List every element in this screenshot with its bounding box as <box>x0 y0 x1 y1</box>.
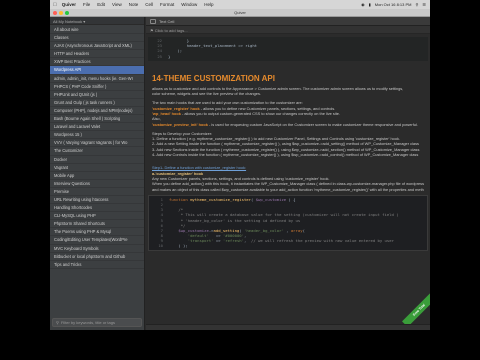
note-list-item[interactable]: PHPCS ( PHP Code Sniffer ) <box>50 83 144 91</box>
menu-item-note[interactable]: Note <box>129 2 139 7</box>
code-text: } <box>168 53 171 59</box>
filter-input[interactable]: ⚲ Filter by keywords, title or tags <box>52 318 142 327</box>
note-list-item[interactable]: Wordpress API <box>50 66 144 75</box>
hook-desc: - is used for enqueuing custom JavaScrip… <box>207 121 418 127</box>
tag-placeholder: Click to add tags... <box>154 28 188 33</box>
editor-pane: Text Cell ⚑ Click to add tags... 22 } 23 … <box>146 17 430 330</box>
menu-item-help[interactable]: Help <box>204 2 213 7</box>
note-list-item[interactable]: Bash (Bourne Again Shell ) Scripting <box>50 115 144 124</box>
cell-type-label[interactable]: Text Cell <box>159 19 174 24</box>
hook-desc: - allows you to output custom-generated … <box>180 110 341 116</box>
note-list-item[interactable]: Docker <box>50 156 144 164</box>
note-list-item[interactable]: MVC Keyboard Symbols <box>50 245 144 253</box>
note-list-item[interactable]: admin, admin_init, menu hooks (ie. Gen-W… <box>50 75 144 83</box>
note-list-item[interactable]: HTTP and Headers <box>50 50 144 59</box>
code-line: 25} <box>148 54 428 59</box>
menu-bar-status: ◉ ▮ Mon Oct 16 8:13 PM ⚲ ☰ <box>361 0 426 9</box>
menu-item-edit[interactable]: Edit <box>97 2 105 7</box>
hook-label: 'wp_head' hook <box>152 110 181 116</box>
section-heading: 14-THEME CUSTOMIZATION API <box>152 73 275 83</box>
menu-item-view[interactable]: View <box>112 2 122 7</box>
note-list-item[interactable]: URL Rewriting using htaccess <box>50 196 144 205</box>
note-list-item[interactable]: Wordpress 15 ) <box>50 131 144 140</box>
code-text: function mytheme_customize_register( $wp… <box>169 196 296 202</box>
search-icon[interactable]: ⚲ <box>415 2 418 7</box>
code-line: 10 ) ); <box>149 243 427 248</box>
note-list-item[interactable]: AJAX (Asynchronous JavaScript and XML) <box>50 42 144 51</box>
note-list-item[interactable]: Classes <box>50 34 144 43</box>
wifi-icon[interactable]: ◉ <box>361 2 365 7</box>
notebook-selector[interactable]: All My Notebook ▾ <box>50 17 144 25</box>
note-list-item[interactable]: Tips and Tricks <box>50 261 144 269</box>
cell-type-icon[interactable] <box>150 18 156 24</box>
note-content[interactable]: 22 } 23 header_text_placement => right 24 … <box>148 37 428 325</box>
note-list-item[interactable]: Coding/Editing User Templates(WordPre <box>50 236 144 245</box>
menu-list-icon[interactable]: ☰ <box>422 2 426 7</box>
note-list-item[interactable]: Grunt and Gulp ( js task runners ) <box>50 99 144 107</box>
step1-text-3: and makes an object of this class called… <box>152 186 424 192</box>
note-list-item[interactable]: XWP Best Practices <box>50 58 144 67</box>
text-cell[interactable]: 14-THEME CUSTOMIZATION API allows us to … <box>148 61 428 192</box>
app-window:  Quiver File Edit View Note Cell Format… <box>50 0 430 330</box>
note-list-item[interactable]: Handling Shortcodes <box>50 204 144 213</box>
note-list-item[interactable]: The Poems using PHP & Mysql <box>50 228 144 237</box>
menu-bar:  Quiver File Edit View Note Cell Format… <box>50 0 430 9</box>
code-text: ) ); <box>169 243 188 249</box>
note-list-item[interactable]: All about wire <box>50 26 144 35</box>
filter-placeholder: Filter by keywords, title or tags <box>60 320 115 325</box>
window-title: Quiver <box>234 10 246 15</box>
note-list-item[interactable]: Composer (PHP), nodejs and NPM(nodejs) <box>50 107 144 116</box>
tag-icon: ⚑ <box>150 28 154 33</box>
menu-item-cell[interactable]: Cell <box>145 2 153 7</box>
code-line: 9 'transport' => 'refresh', // we will r… <box>149 238 427 243</box>
apple-icon[interactable]:  <box>53 2 57 8</box>
note-list-item[interactable]: PhpStorm Shared Shortcuts <box>50 220 144 229</box>
battery-icon[interactable]: ▮ <box>369 2 371 7</box>
search-icon: ⚲ <box>56 320 59 325</box>
hook-label: 'customize_preview_init' hook <box>152 121 208 127</box>
menu-item-app[interactable]: Quiver <box>62 2 76 7</box>
note-list-item[interactable]: Mobile App <box>50 172 144 180</box>
line-number: 25 <box>157 53 162 59</box>
note-list-item[interactable]: Premise <box>50 188 144 196</box>
code-cell[interactable]: 1 function mytheme_customize_register( $w… <box>148 194 428 251</box>
status-bar <box>146 324 430 330</box>
step-item: 4- Add new Controls inside the function … <box>152 152 419 158</box>
note-list-item[interactable]: VVV ( Varying Vagrant Vagrants ) for Wo <box>50 139 144 148</box>
clock-text[interactable]: Mon Oct 16 8:13 PM <box>375 2 412 7</box>
hook-desc: - allows you to define new Customizer pa… <box>199 105 336 111</box>
note-list-item[interactable]: Bitbucket or local phpStorm and Github <box>50 253 144 261</box>
note-list-item[interactable]: CLI-MySQL using PHP <box>50 212 144 221</box>
step1-text-2: When you define add_action() with this h… <box>152 181 424 187</box>
menu-item-window[interactable]: Window <box>181 2 197 7</box>
code-text: 'transport' => 'refresh', // we will ref… <box>187 238 394 244</box>
hook-label: 'customize_register' hook <box>152 105 200 111</box>
step-item: 2- Add a new Setting inside the function… <box>152 141 419 147</box>
note-list-item[interactable]: Laravel and Laravel Valet <box>50 123 144 132</box>
tag-input[interactable]: ⚑ Click to add tags... <box>146 26 430 34</box>
note-list-item[interactable]: PHPUnit and QUnit (js ) <box>50 91 144 99</box>
editor-toolbar: Text Cell <box>146 17 430 26</box>
hook-preview-init: 'customize_preview_init' hook - is used … <box>152 122 424 127</box>
menu-item-file[interactable]: File <box>83 2 90 7</box>
menu-item-format[interactable]: Format <box>160 2 174 7</box>
note-list: All about wire Classes AJAX (Asynchronous … <box>50 26 144 312</box>
note-list-sidebar: All My Notebook ▾ All about wire Classes A… <box>50 17 145 330</box>
title-bar: Quiver <box>50 9 430 17</box>
note-list-item[interactable]: Vagrant <box>50 164 144 172</box>
note-list-item[interactable]: The Customizer <box>50 147 144 156</box>
line-number: 10 <box>158 243 163 249</box>
note-list-item[interactable]: Interview Questions <box>50 180 144 188</box>
code-cell-top[interactable]: 22 } 23 header_text_placement => right 24 … <box>148 37 428 61</box>
code-text: * 'header_bg_color' is the setting id de… <box>169 217 301 223</box>
